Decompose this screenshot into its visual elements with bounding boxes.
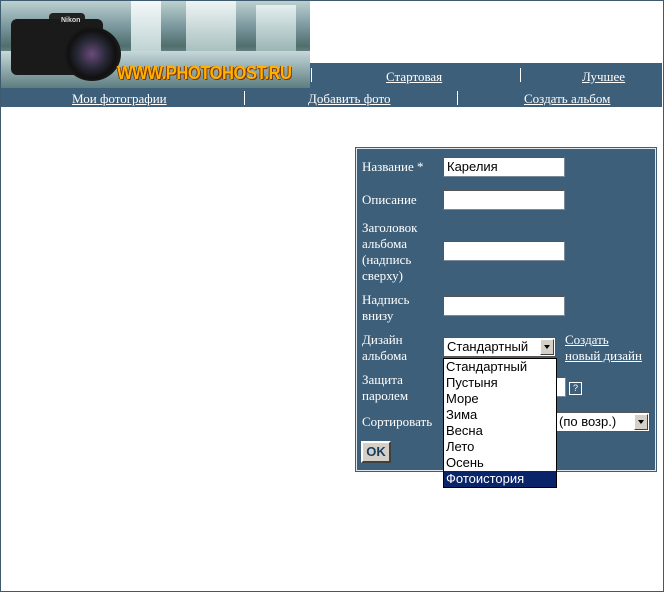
nav-link-my-photos[interactable]: Мои фотографии [72, 91, 167, 107]
header-label-line1: Заголовок [362, 220, 418, 235]
design-option-highlighted[interactable]: Фотоистория [444, 471, 556, 487]
design-option[interactable]: Осень [444, 455, 556, 471]
ok-button[interactable]: OK [361, 441, 391, 463]
sort-label: Сортировать [362, 414, 433, 429]
name-label: Название * [362, 159, 424, 174]
header-label-line2: альбома [362, 236, 408, 251]
chevron-down-icon[interactable] [540, 339, 554, 355]
site-logo-text[interactable]: WWW.PHOTOHOST.RU [117, 63, 292, 84]
design-select[interactable]: Стандартный [443, 337, 556, 357]
camera-logo-icon: Nikon [11, 13, 123, 81]
footer-label-line1: Надпись [362, 292, 410, 307]
sort-select-value: (по возр.) [559, 414, 617, 429]
password-label-line2: паролем [362, 388, 409, 403]
name-field[interactable]: Карелия [443, 157, 565, 177]
header-banner: Nikon WWW.PHOTOHOST.RU [1, 1, 310, 88]
header-label-line3: (надпись [362, 252, 412, 267]
design-select-value: Стандартный [447, 339, 529, 354]
design-option[interactable]: Зима [444, 407, 556, 423]
design-option[interactable]: Весна [444, 423, 556, 439]
design-option[interactable]: Лето [444, 439, 556, 455]
design-option[interactable]: Стандартный [444, 359, 556, 375]
create-design-link-line2[interactable]: новый дизайн [565, 348, 642, 364]
album-header-field[interactable] [443, 241, 565, 261]
chevron-down-icon[interactable] [634, 414, 648, 430]
top-nav: Стартовая Лучшее [310, 63, 662, 88]
nav-link-add-photo[interactable]: Добавить фото [308, 91, 390, 107]
waterfall-decoration [256, 5, 296, 51]
description-field[interactable] [443, 190, 565, 210]
design-dropdown-list: Стандартный Пустыня Море Зима Весна Лето… [443, 358, 557, 488]
sub-nav: Мои фотографии Добавить фото Создать аль… [1, 88, 662, 107]
camera-brand: Nikon [61, 17, 81, 24]
password-label-line1: Защита [362, 372, 403, 387]
nav-separator [244, 91, 245, 105]
description-label: Описание [362, 192, 417, 207]
create-design-link-line1[interactable]: Создать [565, 332, 609, 348]
design-option[interactable]: Пустыня [444, 375, 556, 391]
album-footer-field[interactable] [443, 296, 565, 316]
nav-separator [520, 68, 521, 82]
design-option[interactable]: Море [444, 391, 556, 407]
nav-link-best[interactable]: Лучшее [582, 69, 625, 85]
nav-separator [457, 91, 458, 105]
waterfall-decoration [186, 1, 236, 51]
nav-link-start[interactable]: Стартовая [386, 69, 442, 85]
footer-label-line2: внизу [362, 308, 394, 323]
header-label-line4: сверху) [362, 268, 403, 283]
camera-lens [63, 27, 121, 81]
design-label-line1: Дизайн [362, 332, 403, 347]
waterfall-decoration [131, 1, 161, 57]
help-icon[interactable]: ? [569, 382, 582, 395]
nav-separator [311, 68, 312, 82]
design-label-line2: альбома [362, 348, 408, 363]
nav-link-create-album[interactable]: Создать альбом [524, 91, 610, 107]
